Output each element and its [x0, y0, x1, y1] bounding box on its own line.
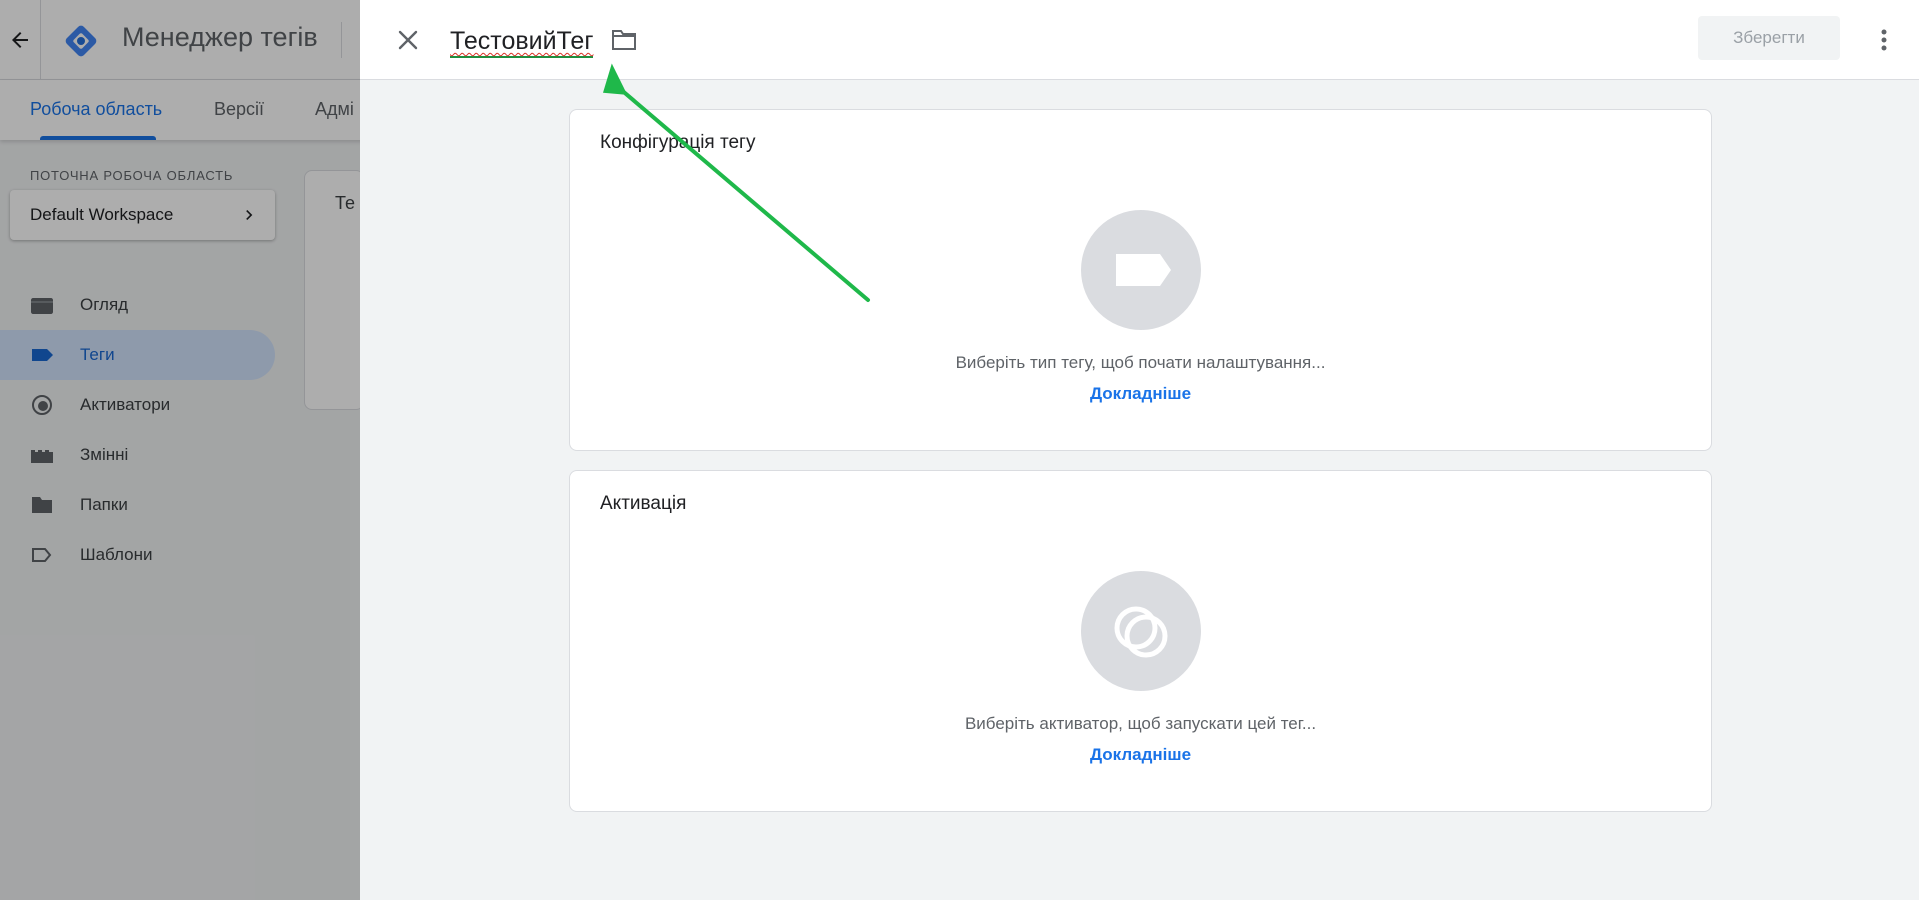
- tag-name-field[interactable]: ТестовийТег: [450, 26, 594, 58]
- close-icon[interactable]: [392, 24, 424, 56]
- triggering-hint: Виберіть активатор, щоб запускати цей те…: [964, 714, 1317, 733]
- triggering-title: Активація: [600, 493, 687, 514]
- tag-configuration-hint: Виберіть тип тегу, щоб почати налаштуван…: [955, 353, 1326, 372]
- tag-type-placeholder[interactable]: [1081, 210, 1201, 330]
- folder-icon[interactable]: [610, 28, 638, 52]
- trigger-placeholder[interactable]: [1081, 571, 1201, 691]
- trigger-icon: [1114, 606, 1168, 658]
- tag-configuration-card[interactable]: Конфігурація тегу Виберіть тип тегу, щоб…: [569, 109, 1712, 451]
- more-vert-icon[interactable]: [1870, 26, 1898, 54]
- learn-more-link[interactable]: Докладніше: [570, 384, 1711, 404]
- tag-icon: [1116, 254, 1171, 286]
- tag-editor-panel: ТестовийТег Зберегти Конфігурація тегу В…: [360, 0, 1919, 900]
- tag-configuration-title: Конфігурація тегу: [600, 132, 756, 153]
- triggering-card[interactable]: Активація Виберіть активатор, щоб запуск…: [569, 470, 1712, 812]
- learn-more-link[interactable]: Докладніше: [570, 745, 1711, 765]
- panel-header: ТестовийТег Зберегти: [360, 0, 1919, 80]
- save-button[interactable]: Зберегти: [1698, 16, 1840, 60]
